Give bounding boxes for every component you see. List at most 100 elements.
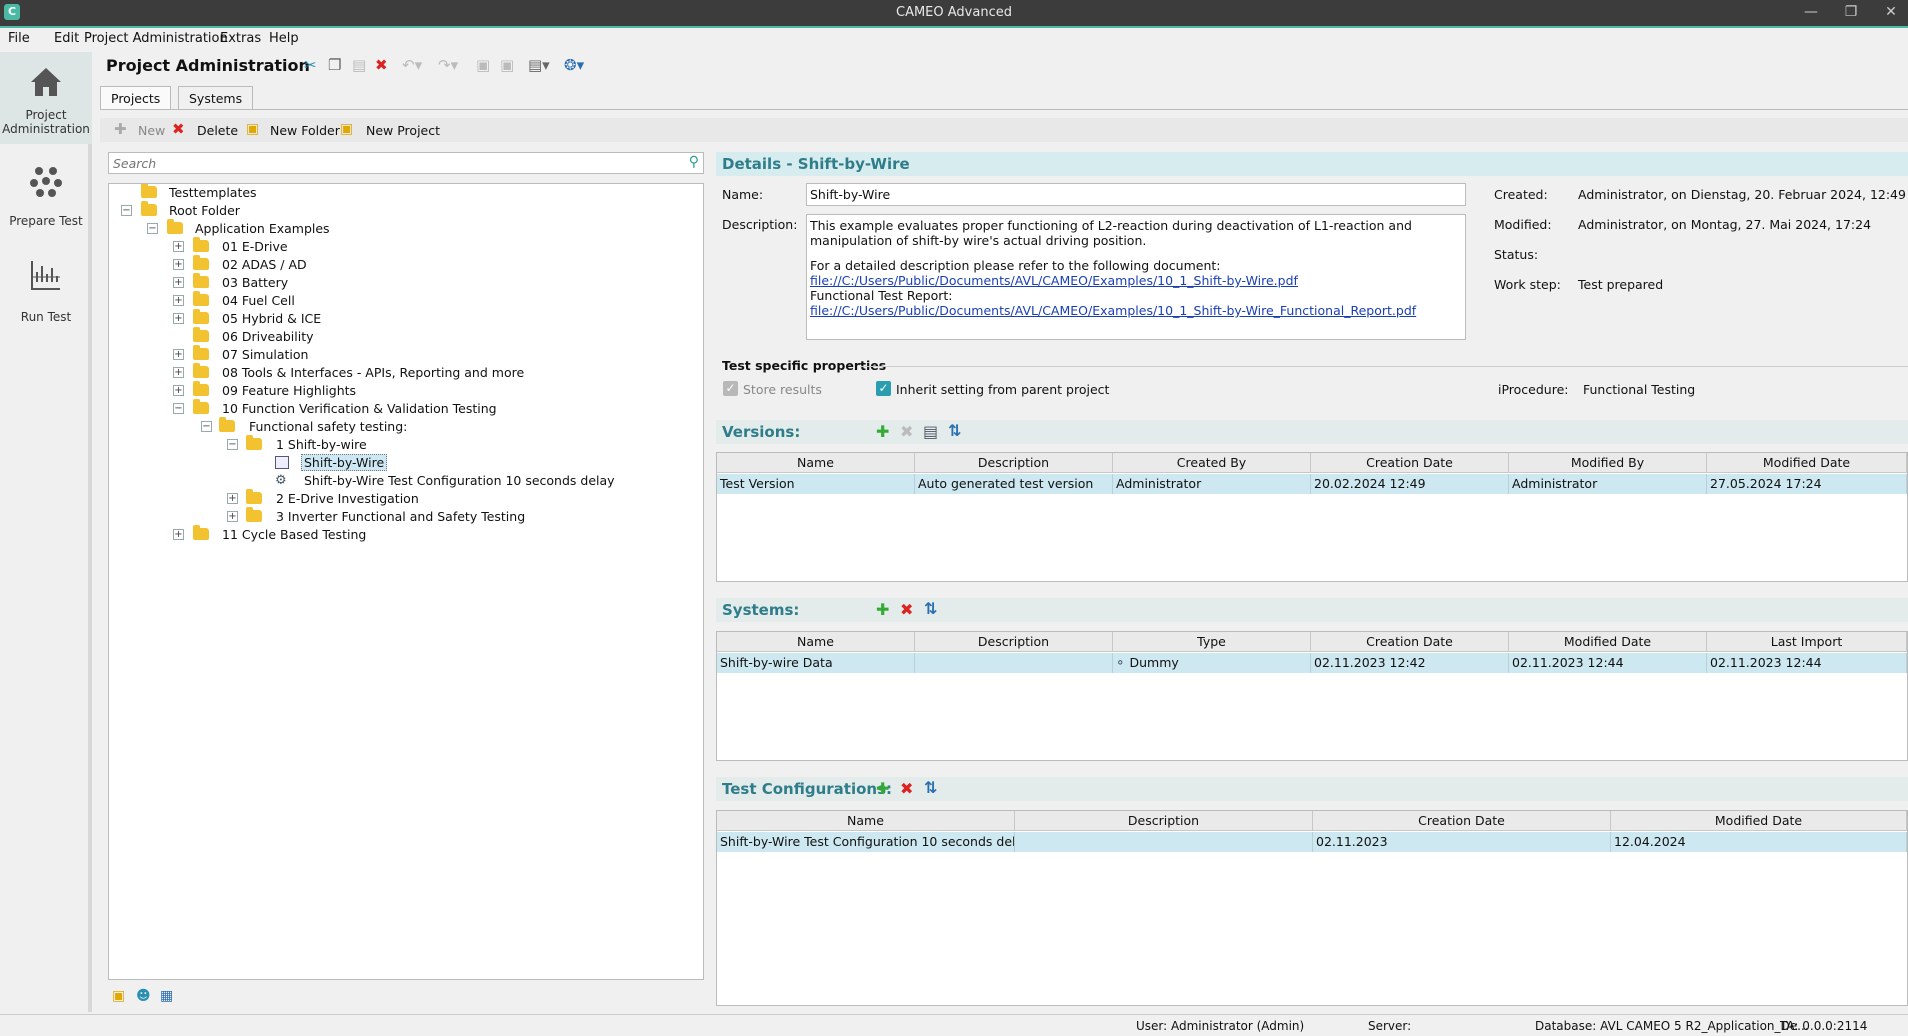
paste-icon[interactable]: ▤ xyxy=(352,56,366,74)
restore-icon[interactable]: ❐ xyxy=(1840,2,1862,22)
delete-configuration-icon[interactable]: ✖ xyxy=(900,779,913,798)
description-link[interactable]: file://C:/Users/Public/Documents/AVL/CAM… xyxy=(810,273,1298,288)
column-header[interactable]: Creation Date xyxy=(1313,811,1611,831)
table-cell[interactable]: Administrator xyxy=(1113,474,1311,494)
table-cell[interactable]: 20.02.2024 12:49 xyxy=(1311,474,1509,494)
sort-versions-icon[interactable]: ⇅ xyxy=(948,421,961,440)
delete-toolbar-icon[interactable]: ✖ xyxy=(375,56,388,74)
user-icon[interactable]: ☻ xyxy=(136,988,151,1004)
delete-system-icon[interactable]: ✖ xyxy=(900,600,913,619)
table-cell[interactable]: 02.11.2023 xyxy=(1313,832,1611,852)
expand-icon[interactable]: + xyxy=(173,313,184,324)
collapse-icon[interactable]: − xyxy=(147,223,158,234)
column-header[interactable]: Name xyxy=(717,811,1015,831)
folder-view-icon[interactable]: ▣ xyxy=(112,988,125,1004)
document-icon[interactable]: ▤▾ xyxy=(528,56,550,74)
expand-icon[interactable]: + xyxy=(173,277,184,288)
table-cell[interactable]: 27.05.2024 17:24 xyxy=(1707,474,1907,494)
search-input[interactable] xyxy=(109,153,669,173)
column-header[interactable]: Created By xyxy=(1113,453,1311,473)
collapse-icon[interactable]: − xyxy=(173,403,184,414)
name-field[interactable]: Shift-by-Wire xyxy=(806,183,1466,206)
undo-icon[interactable]: ↶▾ xyxy=(402,56,422,74)
delete-button[interactable]: Delete xyxy=(197,123,238,138)
table-cell[interactable]: Shift-by-Wire Test Configuration 10 seco… xyxy=(717,832,1015,852)
search-icon[interactable]: ⚲ xyxy=(689,154,699,170)
collapse-icon[interactable]: − xyxy=(227,439,238,450)
table-cell[interactable]: Administrator xyxy=(1509,474,1707,494)
version-list-icon[interactable]: ▤ xyxy=(923,422,938,441)
expand-icon[interactable]: + xyxy=(173,385,184,396)
add-system-icon[interactable]: ✚ xyxy=(876,600,889,619)
nav-run-test[interactable]: Run Test xyxy=(0,258,92,328)
collapse-icon[interactable]: − xyxy=(121,205,132,216)
cut-icon[interactable]: ✂ xyxy=(304,56,317,74)
description-field[interactable]: This example evaluates proper functionin… xyxy=(806,214,1466,340)
test-configurations-table: Name Description Creation Date Modified … xyxy=(716,810,1908,1006)
table-view-icon[interactable]: ▦ xyxy=(160,988,173,1004)
expand-icon[interactable]: + xyxy=(173,529,184,540)
table-cell[interactable] xyxy=(915,653,1113,673)
column-header[interactable]: Modified By xyxy=(1509,453,1707,473)
table-cell[interactable]: ⚬ Dummy xyxy=(1113,653,1311,673)
table-cell[interactable]: 12.04.2024 xyxy=(1611,832,1907,852)
table-cell[interactable]: Shift-by-wire Data xyxy=(717,653,915,673)
new-folder-button[interactable]: New Folder xyxy=(270,123,340,138)
export-icon[interactable]: ▣ xyxy=(500,56,514,74)
globe-icon[interactable]: ❂▾ xyxy=(564,56,584,74)
new-project-button[interactable]: New Project xyxy=(366,123,440,138)
column-header[interactable]: Description xyxy=(915,453,1113,473)
add-version-icon[interactable]: ✚ xyxy=(876,422,889,441)
close-window-icon[interactable]: ✕ xyxy=(1880,2,1902,22)
nav-prepare-test[interactable]: Prepare Test xyxy=(0,164,92,234)
column-header[interactable]: Last Import xyxy=(1707,632,1907,652)
column-header[interactable]: Name xyxy=(717,453,915,473)
minimize-icon[interactable]: — xyxy=(1800,2,1822,22)
column-header[interactable]: Creation Date xyxy=(1311,632,1509,652)
column-header[interactable]: Name xyxy=(717,632,915,652)
inherit-checkbox[interactable]: ✓ xyxy=(876,381,891,396)
expand-icon[interactable]: + xyxy=(173,259,184,270)
new-button[interactable]: New xyxy=(138,123,165,138)
search-box: ⚲ xyxy=(108,152,704,174)
table-cell[interactable]: 02.11.2023 12:42 xyxy=(1311,653,1509,673)
table-cell[interactable] xyxy=(1015,832,1313,852)
nav-project-administration[interactable]: Project Administration xyxy=(0,52,92,144)
report-link[interactable]: file://C:/Users/Public/Documents/AVL/CAM… xyxy=(810,303,1416,318)
column-header[interactable]: Modified Date xyxy=(1611,811,1907,831)
tab-projects[interactable]: Projects xyxy=(100,86,172,110)
table-cell[interactable]: 02.11.2023 12:44 xyxy=(1509,653,1707,673)
sort-configurations-icon[interactable]: ⇅ xyxy=(924,778,937,797)
table-cell[interactable]: Auto generated test version xyxy=(915,474,1113,494)
sort-systems-icon[interactable]: ⇅ xyxy=(924,599,937,618)
expand-icon[interactable]: + xyxy=(173,295,184,306)
expand-icon[interactable]: + xyxy=(227,511,238,522)
add-configuration-icon[interactable]: ✚ xyxy=(876,779,889,798)
expand-icon[interactable]: + xyxy=(173,241,184,252)
column-header[interactable]: Modified Date xyxy=(1707,453,1907,473)
expand-icon[interactable]: + xyxy=(173,367,184,378)
expand-icon[interactable]: + xyxy=(227,493,238,504)
status-server: Server: xyxy=(1368,1019,1412,1033)
system-type: Dummy xyxy=(1129,655,1179,670)
copy-icon[interactable]: ❐ xyxy=(328,56,341,74)
import-icon[interactable]: ▣ xyxy=(476,56,490,74)
column-header[interactable]: Description xyxy=(915,632,1113,652)
menu-help[interactable]: Help xyxy=(269,31,299,46)
column-header[interactable]: Type xyxy=(1113,632,1311,652)
column-header[interactable]: Modified Date xyxy=(1509,632,1707,652)
expand-icon[interactable]: + xyxy=(173,349,184,360)
delete-version-icon[interactable]: ✖ xyxy=(900,422,913,441)
tab-systems[interactable]: Systems xyxy=(178,86,254,110)
redo-icon[interactable]: ↷▾ xyxy=(438,56,458,74)
menu-edit[interactable]: Edit xyxy=(54,31,79,46)
menu-extras[interactable]: Extras xyxy=(220,31,261,46)
collapse-icon[interactable]: − xyxy=(201,421,212,432)
table-cell[interactable]: 02.11.2023 12:44 xyxy=(1707,653,1907,673)
menu-file[interactable]: File xyxy=(8,31,30,46)
column-header[interactable]: Creation Date xyxy=(1311,453,1509,473)
menu-project-administration[interactable]: Project Administration xyxy=(84,31,228,46)
store-results-checkbox[interactable]: ✓ xyxy=(723,381,738,396)
column-header[interactable]: Description xyxy=(1015,811,1313,831)
table-cell[interactable]: Test Version xyxy=(717,474,915,494)
